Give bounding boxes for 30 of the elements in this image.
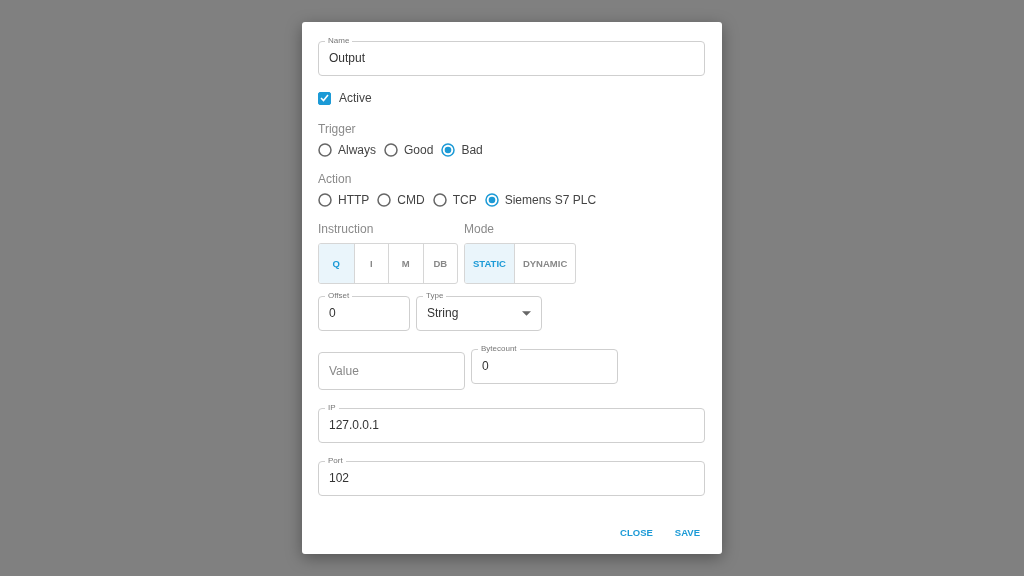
text-field[interactable]: Offset 0 — [318, 292, 410, 331]
toggle-button[interactable]: DB — [422, 244, 457, 283]
toggle-button[interactable]: M — [388, 244, 423, 283]
text-field[interactable]: Value — [318, 352, 465, 390]
radio-option[interactable]: CMD — [377, 193, 425, 207]
field-label: Name — [327, 37, 351, 45]
radio-option[interactable]: Good — [384, 143, 434, 157]
active-checkbox[interactable]: Active — [318, 91, 706, 105]
toggle-button[interactable]: I — [353, 244, 388, 283]
toggle-button[interactable]: DYNAMIC — [513, 244, 576, 283]
radio-option[interactable]: Bad — [441, 143, 483, 157]
group-label: Instruction — [318, 222, 374, 236]
caret-icon — [522, 310, 531, 316]
text-field[interactable]: IP 127.0.0.1 — [318, 404, 705, 443]
field-label: Bytecount — [480, 345, 518, 353]
radio-option[interactable]: Always — [318, 143, 376, 157]
radio-option[interactable]: Siemens S7 PLC — [484, 193, 597, 207]
select-field[interactable]: Type String — [416, 292, 542, 331]
radio-option[interactable]: HTTP — [318, 193, 370, 207]
group-label: Trigger — [318, 122, 356, 136]
group-label: Action — [318, 172, 352, 186]
radio-option[interactable]: TCP — [432, 193, 477, 207]
field-label: Port — [327, 457, 344, 465]
field-label: Offset — [327, 292, 351, 300]
field-label: IP — [327, 404, 337, 412]
text-field[interactable]: Bytecount 0 — [471, 345, 618, 384]
text-field[interactable]: Name Output — [318, 37, 705, 76]
text-field[interactable]: Port 102 — [318, 457, 705, 496]
group-label: Mode — [464, 222, 495, 236]
field-label: Type — [425, 292, 445, 300]
